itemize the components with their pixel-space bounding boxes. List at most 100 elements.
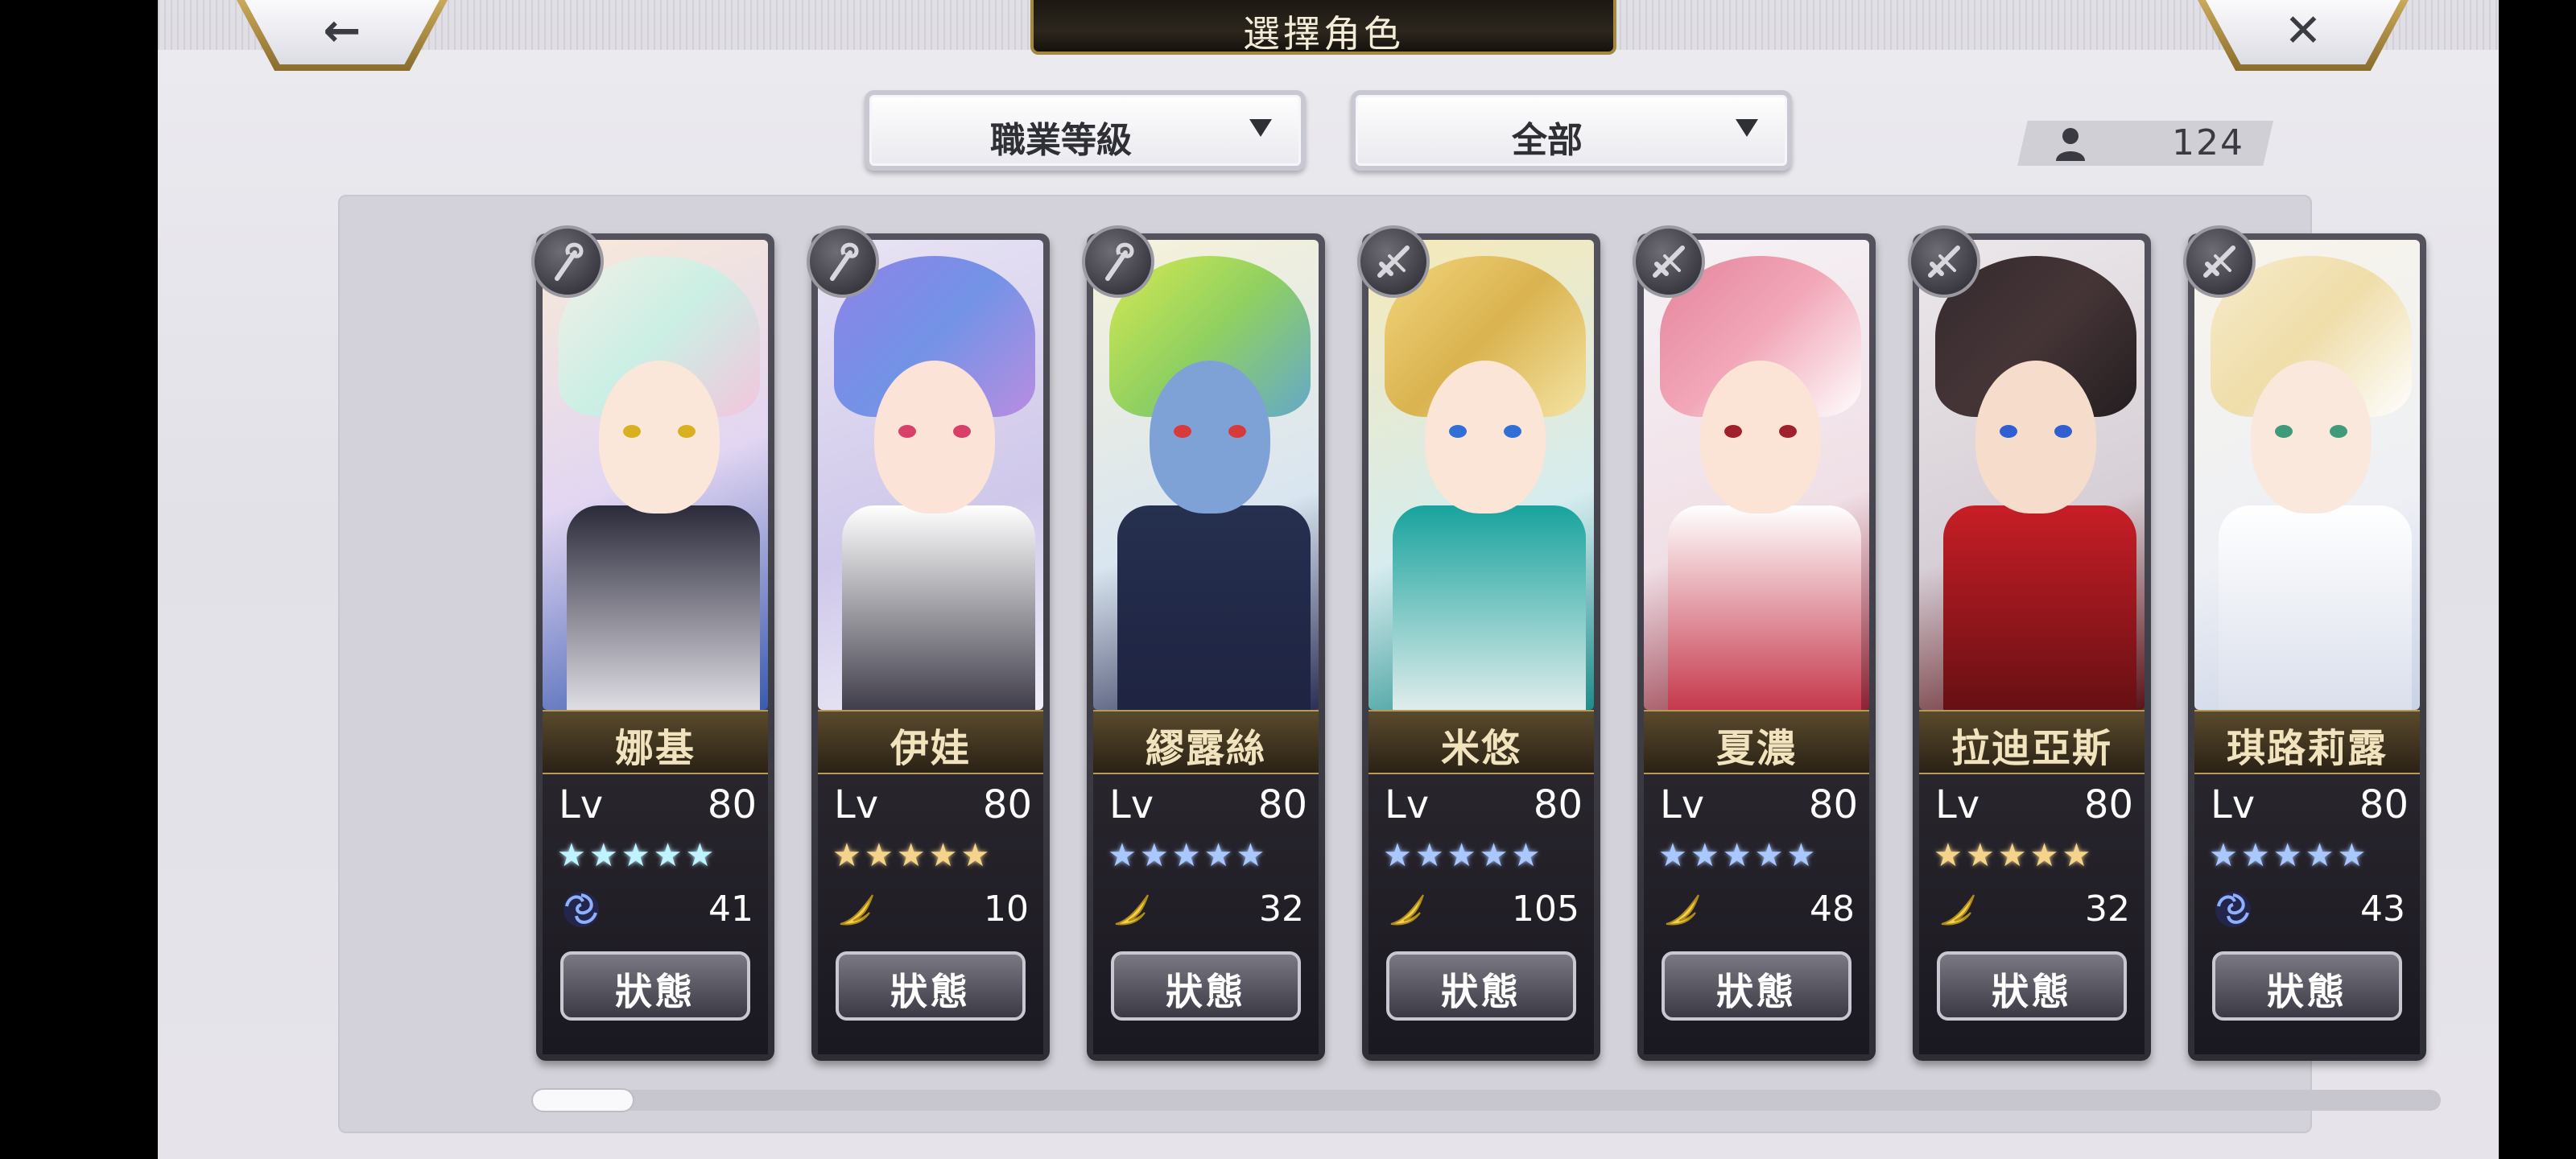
level-value: 80 bbox=[2359, 782, 2409, 827]
portrait-body bbox=[567, 505, 760, 710]
character-name: 娜基 bbox=[614, 726, 696, 771]
character-portrait[interactable] bbox=[1368, 240, 1594, 710]
character-name: 米悠 bbox=[1440, 726, 1521, 771]
character-card[interactable]: 米悠 Lv 80 ★★★★★ 105 狀態 bbox=[1357, 225, 1600, 1061]
character-info: 米悠 Lv 80 ★★★★★ 105 狀態 bbox=[1368, 710, 1594, 1054]
portrait-face bbox=[1975, 361, 2096, 514]
status-button-label: 狀態 bbox=[2267, 970, 2347, 1013]
chevron-down-icon bbox=[1736, 119, 1758, 137]
character-name: 夏濃 bbox=[1715, 726, 1797, 771]
sword-icon bbox=[1633, 225, 1705, 298]
character-power: 32 bbox=[1259, 889, 1304, 930]
level-value: 80 bbox=[1257, 782, 1307, 827]
level-value: 80 bbox=[982, 782, 1032, 827]
character-card[interactable]: 娜基 Lv 80 ★★★★★ 41 狀態 bbox=[531, 225, 774, 1061]
status-button[interactable]: 狀態 bbox=[1386, 951, 1576, 1021]
level-value: 80 bbox=[1808, 782, 1858, 827]
title-text: 選擇角色 bbox=[1243, 12, 1404, 56]
level-label: Lv bbox=[559, 782, 604, 827]
portrait-face bbox=[599, 361, 720, 514]
character-count-value: 124 bbox=[2172, 122, 2244, 163]
character-info: 琪路莉露 Lv 80 ★★★★★ 43 狀態 bbox=[2194, 710, 2420, 1054]
character-portrait[interactable] bbox=[543, 240, 768, 710]
portrait-eye bbox=[623, 425, 641, 438]
status-button[interactable]: 狀態 bbox=[560, 951, 750, 1021]
character-card[interactable]: 夏濃 Lv 80 ★★★★★ 48 狀態 bbox=[1633, 225, 1876, 1061]
portrait-eye bbox=[1724, 425, 1742, 438]
character-name: 繆露絲 bbox=[1145, 726, 1266, 771]
status-button-label: 狀態 bbox=[890, 970, 971, 1013]
character-info: 繆露絲 Lv 80 ★★★★★ 32 狀態 bbox=[1093, 710, 1319, 1054]
name-plate: 伊娃 bbox=[818, 710, 1043, 774]
staff-icon bbox=[807, 225, 879, 298]
portrait-eye bbox=[1449, 425, 1467, 438]
name-plate: 娜基 bbox=[543, 710, 768, 774]
character-card[interactable]: 拉迪亞斯 Lv 80 ★★★★★ 32 狀態 bbox=[1908, 225, 2151, 1061]
level-value: 80 bbox=[707, 782, 757, 827]
level-label: Lv bbox=[1935, 782, 1980, 827]
chevron-down-icon bbox=[1249, 119, 1272, 137]
character-portrait[interactable] bbox=[1093, 240, 1319, 710]
back-button[interactable]: ← bbox=[237, 0, 448, 71]
character-info: 拉迪亞斯 Lv 80 ★★★★★ 32 狀態 bbox=[1919, 710, 2145, 1054]
wing-icon bbox=[836, 889, 877, 930]
portrait-face bbox=[2251, 361, 2372, 514]
status-button[interactable]: 狀態 bbox=[2212, 951, 2402, 1021]
character-portrait[interactable] bbox=[1644, 240, 1869, 710]
status-button[interactable]: 狀態 bbox=[836, 951, 1026, 1021]
wing-icon bbox=[1111, 889, 1153, 930]
portrait-eye bbox=[2054, 425, 2072, 438]
star-rating: ★★★★★ bbox=[1934, 837, 2095, 874]
star-rating: ★★★★★ bbox=[1658, 837, 1819, 874]
sword-icon bbox=[1357, 225, 1430, 298]
star-rating: ★★★★★ bbox=[2209, 837, 2370, 874]
status-button[interactable]: 狀態 bbox=[1662, 951, 1852, 1021]
staff-icon bbox=[531, 225, 604, 298]
character-name: 伊娃 bbox=[890, 726, 971, 771]
sword-icon bbox=[1908, 225, 1980, 298]
name-plate: 拉迪亞斯 bbox=[1919, 710, 2145, 774]
character-card[interactable]: 琪路莉露 Lv 80 ★★★★★ 43 狀態 bbox=[2183, 225, 2426, 1061]
wing-icon bbox=[1937, 889, 1979, 930]
character-card[interactable]: 繆露絲 Lv 80 ★★★★★ 32 狀態 bbox=[1082, 225, 1325, 1061]
scrollbar-thumb[interactable] bbox=[533, 1090, 633, 1111]
character-info: 娜基 Lv 80 ★★★★★ 41 狀態 bbox=[543, 710, 768, 1054]
status-button[interactable]: 狀態 bbox=[1111, 951, 1301, 1021]
portrait-eye bbox=[2000, 425, 2017, 438]
character-card[interactable]: 伊娃 Lv 80 ★★★★★ 10 狀態 bbox=[807, 225, 1050, 1061]
close-icon: ✕ bbox=[2284, 5, 2322, 57]
portrait-body bbox=[2219, 505, 2412, 710]
filter-dropdown[interactable]: 全部 bbox=[1351, 90, 1792, 171]
staff-icon bbox=[1082, 225, 1154, 298]
scrollbar-track[interactable] bbox=[533, 1090, 2441, 1111]
sword-icon bbox=[2183, 225, 2256, 298]
wing-icon bbox=[1662, 889, 1703, 930]
sort-dropdown[interactable]: 職業等級 bbox=[865, 90, 1306, 171]
name-plate: 繆露絲 bbox=[1093, 710, 1319, 774]
level-label: Lv bbox=[2211, 782, 2256, 827]
character-power: 32 bbox=[2085, 889, 2130, 930]
filter-dropdown-label: 全部 bbox=[1512, 120, 1583, 161]
character-power: 48 bbox=[1810, 889, 1855, 930]
portrait-eye bbox=[1174, 425, 1191, 438]
character-name: 拉迪亞斯 bbox=[1951, 726, 2112, 771]
star-rating: ★★★★★ bbox=[832, 837, 993, 874]
character-portrait[interactable] bbox=[1919, 240, 2145, 710]
character-portrait[interactable] bbox=[818, 240, 1043, 710]
portrait-face bbox=[1700, 361, 1821, 514]
level-value: 80 bbox=[1533, 782, 1583, 827]
portrait-face bbox=[1425, 361, 1546, 514]
name-plate: 琪路莉露 bbox=[2194, 710, 2420, 774]
character-portrait[interactable] bbox=[2194, 240, 2420, 710]
character-power: 43 bbox=[2360, 889, 2405, 930]
portrait-eye bbox=[1228, 425, 1246, 438]
close-button[interactable]: ✕ bbox=[2198, 0, 2409, 71]
character-power: 105 bbox=[1512, 889, 1579, 930]
status-button[interactable]: 狀態 bbox=[1937, 951, 2127, 1021]
vortex-icon bbox=[560, 889, 602, 930]
portrait-eye bbox=[1779, 425, 1797, 438]
portrait-body bbox=[1668, 505, 1861, 710]
character-power: 10 bbox=[984, 889, 1029, 930]
person-icon bbox=[2056, 128, 2085, 161]
portrait-eye bbox=[2330, 425, 2347, 438]
